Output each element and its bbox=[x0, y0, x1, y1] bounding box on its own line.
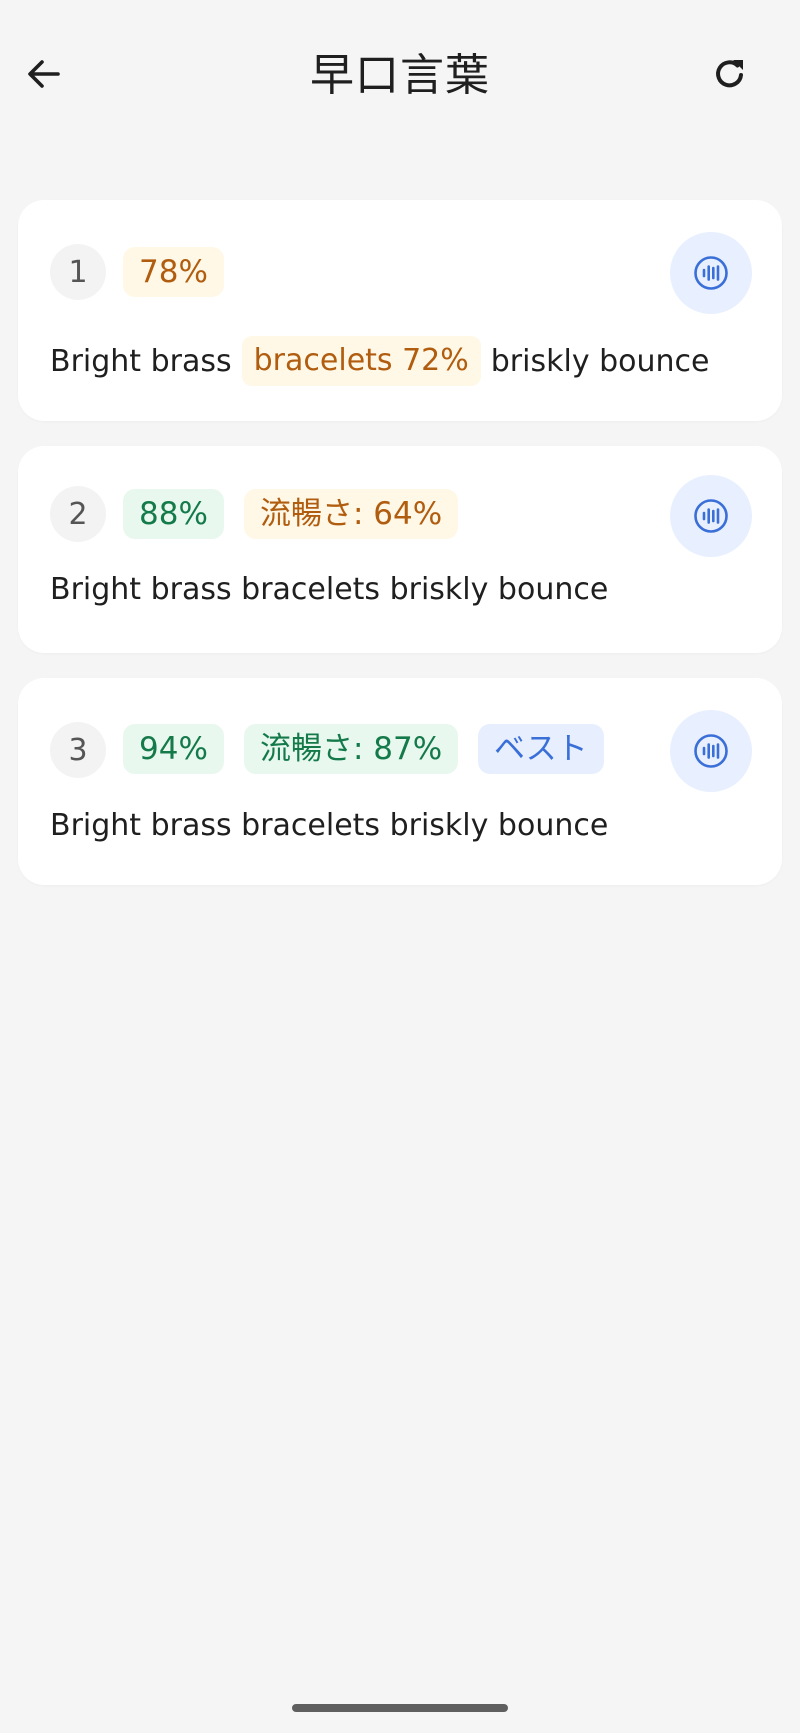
attempt-number: 1 bbox=[50, 244, 106, 300]
refresh-button[interactable] bbox=[698, 42, 762, 106]
phrase-segment: Bright brass bbox=[50, 343, 232, 379]
score-badge: 88% bbox=[123, 489, 224, 539]
audio-wave-icon bbox=[694, 734, 728, 768]
play-recording-button[interactable] bbox=[670, 475, 752, 557]
play-recording-button[interactable] bbox=[670, 232, 752, 314]
phrase-text: Bright brass bracelets briskly bounce bbox=[50, 807, 609, 843]
play-recording-button[interactable] bbox=[670, 710, 752, 792]
attempt-number: 2 bbox=[50, 486, 106, 542]
app-header: 早口言葉 bbox=[0, 0, 800, 150]
best-badge: ベスト bbox=[478, 724, 604, 774]
score-badge: 94% bbox=[123, 724, 224, 774]
mispronounced-word: bracelets 72% bbox=[241, 336, 481, 386]
phrase-text: Bright brass bracelets 72% briskly bounc… bbox=[50, 336, 709, 386]
score-badge: 78% bbox=[123, 247, 224, 297]
home-indicator[interactable] bbox=[292, 1704, 508, 1712]
attempt-card: 2 88% 流暢さ: 64% Bright brass bracelets br… bbox=[18, 446, 782, 653]
attempts-list: 1 78% Bright brass bracelets 72% briskly… bbox=[18, 200, 782, 910]
fluency-badge: 流暢さ: 64% bbox=[244, 489, 459, 539]
attempt-card: 3 94% 流暢さ: 87% ベスト Bright brass bracelet… bbox=[18, 678, 782, 885]
page-title: 早口言葉 bbox=[310, 50, 490, 101]
audio-wave-icon bbox=[694, 256, 728, 290]
audio-wave-icon bbox=[694, 499, 728, 533]
back-button[interactable] bbox=[12, 42, 76, 106]
refresh-icon bbox=[716, 60, 743, 88]
fluency-badge: 流暢さ: 87% bbox=[244, 724, 459, 774]
phrase-text: Bright brass bracelets briskly bounce bbox=[50, 571, 609, 607]
arrow-left-icon bbox=[28, 60, 60, 88]
attempt-card: 1 78% Bright brass bracelets 72% briskly… bbox=[18, 200, 782, 421]
phrase-segment: briskly bounce bbox=[490, 343, 710, 379]
attempt-number: 3 bbox=[50, 722, 106, 778]
